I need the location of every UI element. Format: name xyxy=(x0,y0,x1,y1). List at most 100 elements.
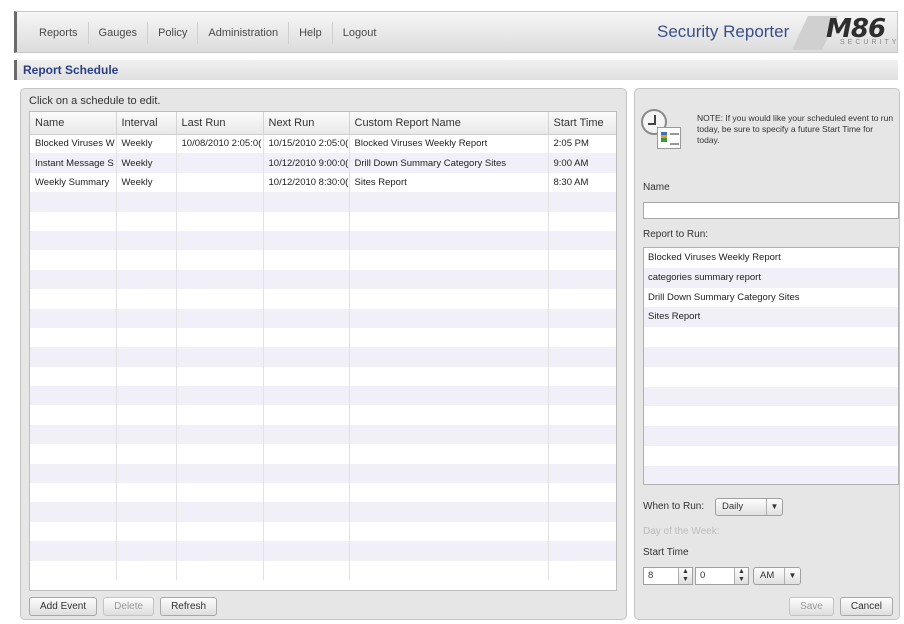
cell-custom-report-name xyxy=(349,366,549,387)
cell-start-time: 2:05 PM xyxy=(548,134,616,154)
cell-interval xyxy=(116,483,177,503)
cell-custom-report-name xyxy=(349,327,549,348)
empty-table-row xyxy=(30,308,616,328)
cell-next-run xyxy=(263,483,350,503)
cell-name xyxy=(30,463,117,484)
cell-interval xyxy=(116,560,177,580)
delete-button[interactable]: Delete xyxy=(103,597,155,616)
empty-table-row xyxy=(30,192,616,212)
name-field[interactable] xyxy=(643,202,899,219)
report-list[interactable]: Blocked Viruses Weekly Report categories … xyxy=(643,247,899,485)
cell-custom-report-name xyxy=(349,521,549,542)
empty-list-row xyxy=(644,346,898,367)
nav-reports[interactable]: Reports xyxy=(29,22,89,44)
col-header-custom-report-name[interactable]: Custom Report Name xyxy=(349,112,549,135)
cell-start-time xyxy=(548,424,616,445)
cell-start-time: 9:00 AM xyxy=(548,153,616,173)
save-button[interactable]: Save xyxy=(789,597,834,616)
empty-table-row xyxy=(30,502,616,522)
cell-name xyxy=(30,560,117,580)
col-header-name[interactable]: Name xyxy=(30,112,117,135)
cell-name xyxy=(30,366,117,387)
cell-next-run xyxy=(263,541,350,561)
report-list-item[interactable]: Sites Report xyxy=(644,307,898,328)
chevron-down-icon: ▼ xyxy=(784,568,800,584)
table-row[interactable]: Blocked Viruses W Weekly 10/08/2010 2:05:0… xyxy=(30,134,616,154)
cell-name xyxy=(30,386,117,406)
cell-last-run xyxy=(176,192,264,212)
cell-start-time xyxy=(548,386,616,406)
cell-custom-report-name xyxy=(349,250,549,270)
cell-last-run xyxy=(176,250,264,270)
cell-last-run xyxy=(176,230,264,251)
cell-custom-report-name xyxy=(349,424,549,445)
minute-stepper[interactable]: 0 ▲ ▼ xyxy=(695,567,749,585)
schedule-table[interactable]: Name Interval Last Run Next Run Custom R… xyxy=(29,111,617,591)
nav-policy[interactable]: Policy xyxy=(148,22,199,44)
cell-next-run xyxy=(263,405,350,425)
cell-custom-report-name: Sites Report xyxy=(349,172,549,193)
cell-custom-report-name xyxy=(349,211,549,231)
cancel-button[interactable]: Cancel xyxy=(839,597,893,616)
table-row[interactable]: Weekly Summary Weekly 10/12/2010 8:30:0(Si… xyxy=(30,172,616,193)
empty-table-row xyxy=(30,424,616,445)
add-event-button[interactable]: Add Event xyxy=(29,597,98,616)
start-time-label: Start Time xyxy=(643,547,689,558)
table-row[interactable]: Instant Message S Weekly 10/12/2010 9:00:0… xyxy=(30,153,616,173)
col-header-interval[interactable]: Interval xyxy=(116,112,177,135)
cell-last-run xyxy=(176,347,264,367)
cell-start-time xyxy=(548,405,616,425)
empty-table-row xyxy=(30,327,616,348)
ampm-select[interactable]: AM ▼ xyxy=(753,567,801,585)
refresh-button[interactable]: Refresh xyxy=(160,597,218,616)
cell-next-run xyxy=(263,308,350,328)
cell-last-run xyxy=(176,521,264,542)
stepper-arrows-icon[interactable]: ▲ ▼ xyxy=(734,568,748,584)
schedule-instruction: Click on a schedule to edit. xyxy=(29,95,161,107)
cell-start-time xyxy=(548,502,616,522)
cell-interval xyxy=(116,308,177,328)
cell-interval: Weekly xyxy=(116,134,177,154)
nav-administration[interactable]: Administration xyxy=(198,22,290,44)
cell-next-run xyxy=(263,289,350,309)
report-list-item[interactable]: categories summary report xyxy=(644,267,898,288)
cell-start-time xyxy=(548,327,616,348)
cell-interval xyxy=(116,444,177,464)
cell-name xyxy=(30,289,117,309)
empty-list-row xyxy=(644,386,898,407)
nav-logout[interactable]: Logout xyxy=(333,22,387,44)
cell-name xyxy=(30,347,117,367)
report-list-item[interactable]: Blocked Viruses Weekly Report xyxy=(644,248,898,268)
hour-stepper[interactable]: 8 ▲ ▼ xyxy=(643,567,693,585)
cell-name xyxy=(30,308,117,328)
cell-start-time xyxy=(548,560,616,580)
nav-help[interactable]: Help xyxy=(289,22,333,44)
cell-start-time xyxy=(548,230,616,251)
empty-table-row xyxy=(30,230,616,251)
cell-start-time xyxy=(548,192,616,212)
page-title-bar: Report Schedule xyxy=(14,60,898,80)
empty-table-row xyxy=(30,347,616,367)
report-list-item[interactable]: Drill Down Summary Category Sites xyxy=(644,287,898,308)
cell-start-time xyxy=(548,289,616,309)
cell-last-run xyxy=(176,463,264,484)
cell-interval xyxy=(116,405,177,425)
cell-interval xyxy=(116,424,177,445)
cell-start-time xyxy=(548,269,616,290)
cell-next-run xyxy=(263,386,350,406)
cell-start-time xyxy=(548,521,616,542)
stepper-arrows-icon[interactable]: ▲ ▼ xyxy=(678,568,692,584)
nav-gauges[interactable]: Gauges xyxy=(89,22,149,44)
when-to-run-select[interactable]: Daily ▼ xyxy=(715,498,783,516)
cell-custom-report-name xyxy=(349,230,549,251)
page-title: Report Schedule xyxy=(23,63,119,77)
col-header-next-run[interactable]: Next Run xyxy=(263,112,350,135)
cell-custom-report-name xyxy=(349,269,549,290)
cell-next-run xyxy=(263,366,350,387)
cell-interval xyxy=(116,269,177,290)
col-header-last-run[interactable]: Last Run xyxy=(176,112,264,135)
empty-table-row xyxy=(30,405,616,425)
col-header-start-time[interactable]: Start Time xyxy=(548,112,616,135)
cell-next-run xyxy=(263,560,350,580)
cell-name xyxy=(30,483,117,503)
